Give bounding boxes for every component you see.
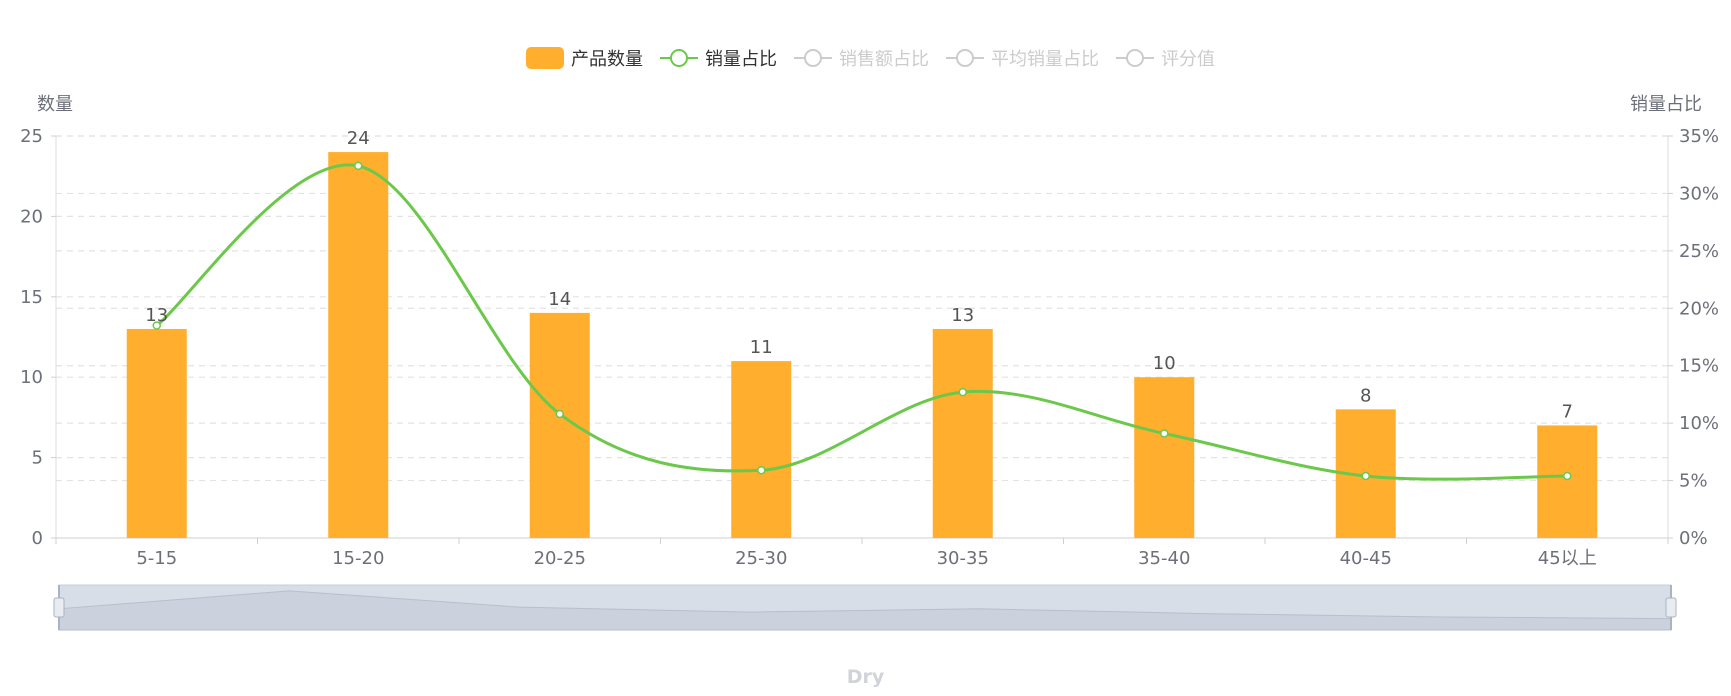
y-left-tick-label: 25	[20, 126, 43, 147]
line-point[interactable]	[757, 465, 766, 475]
x-tick-label: 15-20	[332, 548, 384, 569]
y-left-tick-label: 5	[32, 448, 43, 469]
legend-item[interactable]: 平均销量占比	[946, 49, 1099, 70]
x-tick-label: 20-25	[534, 548, 586, 569]
legend-label: 评分值	[1161, 49, 1215, 70]
data-zoom-slider[interactable]	[53, 584, 1677, 631]
bar[interactable]	[529, 312, 590, 538]
line-point[interactable]	[555, 409, 564, 419]
grid-lines	[56, 135, 1668, 482]
bar-data-label: 10	[1153, 353, 1176, 374]
legend-marker-icon	[804, 49, 822, 67]
legend-item[interactable]: 销售额占比	[794, 49, 929, 70]
legend-label: 销量占比	[705, 49, 777, 70]
bar[interactable]	[126, 328, 187, 538]
y-right-tick-label: 15%	[1679, 356, 1719, 377]
bar-data-label: 8	[1360, 385, 1371, 406]
y-right-tick-label: 30%	[1679, 183, 1719, 204]
y-left-tick-label: 10	[20, 367, 43, 388]
y-left-tick-label: 15	[20, 287, 43, 308]
legend-item[interactable]: 评分值	[1116, 49, 1215, 70]
x-tick-label: 40-45	[1340, 548, 1392, 569]
y-left-axis-title: 数量	[37, 94, 73, 115]
bar-data-label: 11	[750, 337, 773, 358]
y-right-tick-label: 0%	[1679, 528, 1708, 549]
x-tick-label: 25-30	[735, 548, 787, 569]
line-point[interactable]	[1563, 471, 1572, 481]
y-left-tick-label: 0	[32, 528, 43, 549]
legend-item[interactable]: 产品数量	[526, 47, 643, 70]
legend-label: 平均销量占比	[991, 49, 1099, 70]
x-tick-label: 45以上	[1538, 548, 1597, 569]
chart: 0 5 10 15 20 25 0% 5% 10% 15% 20% 25% 30% 35% 数量 销量占比 5-…	[20, 47, 1719, 631]
data-zoom-handle-left[interactable]	[53, 597, 65, 618]
y-right-tick-label: 10%	[1679, 413, 1719, 434]
bar[interactable]	[1537, 425, 1598, 538]
legend: 产品数量 销量占比 销售额占比 平均销量占比 评分值	[526, 47, 1215, 70]
y-right-tick-label: 25%	[1679, 241, 1719, 262]
x-tick-label: 30-35	[937, 548, 989, 569]
x-tick-label: 35-40	[1138, 548, 1190, 569]
data-zoom-handle-right[interactable]	[1665, 597, 1677, 618]
legend-marker-icon	[1126, 49, 1144, 67]
legend-label: 销售额占比	[839, 49, 929, 70]
axes: 0 5 10 15 20 25 0% 5% 10% 15% 20% 25% 30% 35% 数量 销量占比 5-…	[20, 94, 1719, 569]
bar[interactable]	[328, 152, 389, 538]
line-point[interactable]	[1361, 471, 1370, 481]
bar[interactable]	[932, 328, 993, 538]
bar[interactable]	[731, 361, 792, 538]
y-right-tick-label: 35%	[1679, 126, 1719, 147]
line-point[interactable]	[1160, 429, 1169, 438]
bar[interactable]	[1134, 377, 1195, 538]
y-left-tick-label: 20	[20, 206, 43, 227]
bar-data-label: 24	[347, 128, 370, 149]
legend-bar-icon	[526, 47, 564, 69]
footer-label: Dry	[846, 666, 885, 688]
line-point[interactable]	[354, 161, 363, 171]
y-right-tick-label: 20%	[1679, 298, 1719, 319]
bar-data-label: 7	[1562, 401, 1573, 422]
legend-item[interactable]: 销量占比	[660, 49, 777, 70]
bar-data-label: 13	[951, 305, 974, 326]
x-tick-label: 5-15	[136, 548, 177, 569]
y-right-tick-label: 5%	[1679, 471, 1708, 492]
line-point[interactable]	[958, 387, 967, 397]
legend-marker-icon	[956, 49, 974, 67]
legend-marker-icon	[670, 49, 688, 67]
y-right-axis-title: 销量占比	[1630, 94, 1702, 115]
legend-label: 产品数量	[571, 49, 643, 70]
bar-data-label: 14	[548, 289, 571, 310]
bar-data-label: 13	[145, 305, 168, 326]
